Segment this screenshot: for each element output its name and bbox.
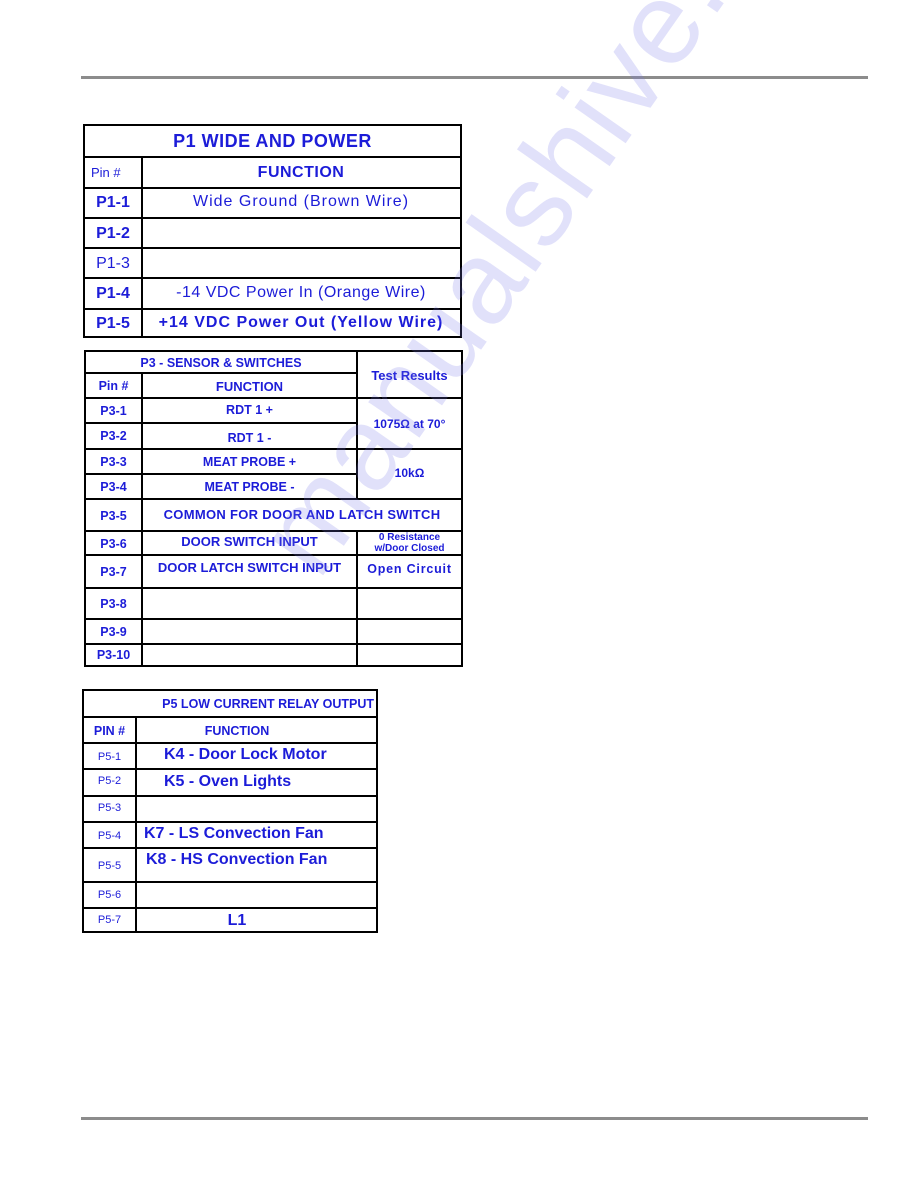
p3-pin-header: Pin # bbox=[98, 379, 129, 393]
p5-pin-6: P5-6 bbox=[97, 889, 122, 901]
p3-result-door-switch-line2: w/Door Closed bbox=[374, 543, 445, 554]
p3-result-meat-probe: 10kΩ bbox=[394, 466, 425, 480]
p1-function-4: -14 VDC Power In (Orange Wire) bbox=[176, 284, 426, 301]
p3-result-rdt: 1075Ω at 70° bbox=[373, 416, 446, 431]
p3-function-4: MEAT PROBE - bbox=[204, 480, 295, 494]
p5-pin-7: P5-7 bbox=[97, 914, 122, 926]
p5-low-current-relay-table: P5 LOW CURRENT RELAY OUTPUT PIN # FUNCTI… bbox=[82, 689, 378, 933]
p3-result-door-switch: 0 Resistance w/Door Closed bbox=[358, 532, 461, 554]
p3-function-9 bbox=[143, 620, 356, 643]
p3-function-header: FUNCTION bbox=[215, 378, 284, 394]
p1-function-3 bbox=[142, 249, 460, 279]
p1-pin-4: P1-4 bbox=[96, 285, 130, 302]
p3-function-1: RDT 1 + bbox=[226, 403, 273, 417]
p1-pin-5: P1-5 bbox=[96, 315, 130, 332]
p3-result-9 bbox=[358, 620, 461, 643]
p3-function-5: COMMON FOR DOOR AND LATCH SWITCH bbox=[163, 506, 441, 522]
p5-pin-1: P5-1 bbox=[97, 750, 122, 763]
header-rule bbox=[81, 76, 868, 79]
p3-results-header: Test Results bbox=[371, 367, 448, 383]
p5-function-1: K4 - Door Lock Motor bbox=[164, 746, 327, 763]
p5-function-6 bbox=[137, 883, 374, 907]
p3-result-door-switch-line1: 0 Resistance bbox=[378, 532, 441, 543]
p3-function-2: RDT 1 - bbox=[227, 431, 272, 445]
p3-pin-2: P3-2 bbox=[100, 429, 127, 443]
p1-function-2 bbox=[142, 219, 460, 249]
p3-pin-10: P3-10 bbox=[96, 648, 131, 662]
p3-title: P3 - SENSOR & SWITCHES bbox=[140, 355, 302, 370]
p3-pin-5: P3-5 bbox=[100, 508, 127, 523]
p3-function-6: DOOR SWITCH INPUT bbox=[181, 534, 318, 549]
p3-function-7: DOOR LATCH SWITCH INPUT bbox=[157, 559, 342, 575]
p5-title: P5 LOW CURRENT RELAY OUTPUT bbox=[162, 697, 374, 711]
p3-pin-1: P3-1 bbox=[100, 404, 127, 418]
p3-function-3: MEAT PROBE + bbox=[202, 455, 297, 469]
p3-pin-4: P3-4 bbox=[100, 480, 127, 494]
p3-result-8 bbox=[358, 589, 461, 618]
p5-pin-4: P5-4 bbox=[97, 830, 122, 842]
p1-pin-1: P1-1 bbox=[96, 194, 130, 211]
p1-function-header: FUNCTION bbox=[257, 163, 345, 181]
p3-pin-7: P3-7 bbox=[100, 564, 127, 579]
p5-function-5: K8 - HS Convection Fan bbox=[146, 851, 328, 868]
p5-pin-2: P5-2 bbox=[97, 775, 122, 787]
p3-pin-8: P3-8 bbox=[100, 596, 127, 611]
p1-wide-and-power-table: P1 WIDE AND POWER Pin # FUNCTION P1-1 Wi… bbox=[83, 124, 462, 338]
p3-pin-6: P3-6 bbox=[100, 536, 127, 551]
p5-function-4: K7 - LS Convection Fan bbox=[144, 825, 324, 842]
p5-function-header: FUNCTION bbox=[204, 723, 270, 738]
p5-pin-3: P5-3 bbox=[97, 802, 122, 814]
p1-pin-3: P1-3 bbox=[96, 255, 130, 272]
p3-sensor-switches-table: P3 - SENSOR & SWITCHES Test Results Pin … bbox=[84, 350, 463, 667]
p1-title: P1 WIDE AND POWER bbox=[173, 131, 372, 151]
p3-pin-3: P3-3 bbox=[100, 455, 127, 469]
footer-rule bbox=[81, 1117, 868, 1120]
p1-function-5: +14 VDC Power Out (Yellow Wire) bbox=[158, 314, 444, 331]
p1-pin-2: P1-2 bbox=[96, 225, 130, 242]
p3-function-8 bbox=[143, 589, 356, 618]
p5-function-2: K5 - Oven Lights bbox=[164, 773, 292, 790]
p3-result-10 bbox=[358, 645, 461, 665]
p3-function-10 bbox=[143, 645, 356, 665]
p5-function-7: L1 bbox=[227, 912, 247, 929]
p1-function-1: Wide Ground (Brown Wire) bbox=[192, 193, 410, 210]
p3-result-door-latch: Open Circuit bbox=[367, 562, 452, 576]
p5-pin-header: PIN # bbox=[93, 723, 126, 738]
p5-pin-5: P5-5 bbox=[97, 859, 122, 872]
p1-pin-header: Pin # bbox=[91, 165, 121, 180]
p3-pin-9: P3-9 bbox=[100, 624, 127, 639]
p5-function-3 bbox=[137, 797, 374, 822]
